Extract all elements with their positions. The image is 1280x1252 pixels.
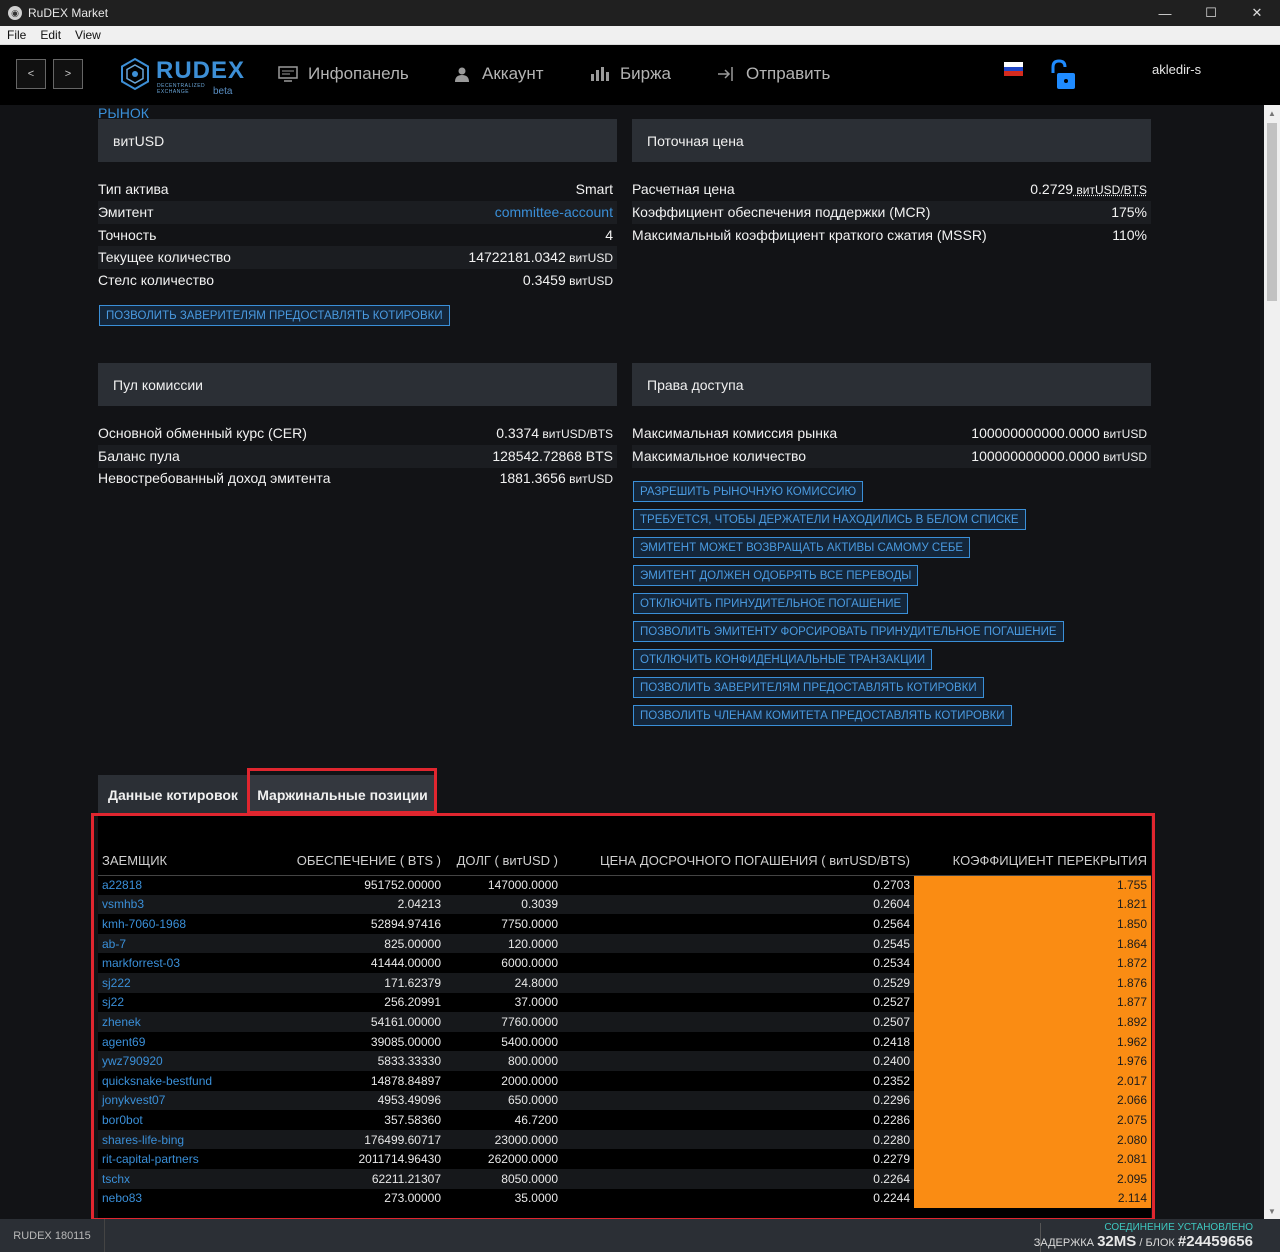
annotation-box-table: [91, 813, 1155, 1219]
vertical-scrollbar[interactable]: ▲ ▼: [1264, 105, 1280, 1219]
flag-committee-fed[interactable]: ПОЗВОЛИТЬ ЧЛЕНАМ КОМИТЕТА ПРЕДОСТАВЛЯТЬ …: [633, 705, 1012, 726]
price-panel-title: Поточная цена: [632, 119, 1151, 162]
nav-send-label: Отправить: [746, 64, 831, 83]
nav-dashboard-label: Инфопанель: [308, 64, 409, 83]
price-row-settlement: Расчетная цена 0.2729 витUSD/BTS: [632, 181, 1147, 198]
asset-row-supply: Текущее количество 14722181.0342 витUSD: [98, 246, 617, 269]
app-version: RUDEX 180115: [0, 1219, 105, 1252]
asset-witness-feed-button[interactable]: ПОЗВОЛИТЬ ЗАВЕРИТЕЛЯМ ПРЕДОСТАВЛЯТЬ КОТИ…: [99, 305, 450, 326]
scroll-down-icon[interactable]: ▼: [1264, 1203, 1280, 1219]
connection-status: СОЕДИНЕНИЕ УСТАНОВЛЕНО: [1104, 1222, 1253, 1233]
rudex-logo[interactable]: RUDEX DECENTRALIZED EXCHANGE beta: [118, 55, 244, 97]
asset-row-type: Тип актива Smart: [98, 181, 613, 198]
menu-edit[interactable]: Edit: [33, 28, 68, 42]
unlock-icon[interactable]: [1047, 59, 1081, 91]
flag-transfer-restricted[interactable]: ЭМИТЕНТ ДОЛЖЕН ОДОБРЯТЬ ВСЕ ПЕРЕВОДЫ: [633, 565, 919, 586]
window-titlebar: ◉ RuDEX Market — ☐ ✕: [0, 0, 1280, 26]
flag-disable-confidential[interactable]: ОТКЛЮЧИТЬ КОНФИДЕНЦИАЛЬНЫЕ ТРАНЗАКЦИИ: [633, 649, 933, 670]
permissions-panel-title: Права доступа: [632, 363, 1151, 406]
window-title: RuDEX Market: [28, 6, 109, 20]
dashboard-icon: [278, 65, 298, 83]
main-content: РЫНОК витUSD Тип актива Smart Эмитент comm…: [0, 105, 1264, 1219]
fee-pool-panel-title: Пул комиссии: [98, 363, 617, 406]
asset-row-stealth: Стелс количество 0.3459 витUSD: [98, 272, 613, 289]
price-row-mcr: Коэффициент обеспечения поддержки (MCR) 1…: [632, 201, 1151, 224]
tab-feed-data[interactable]: Данные котировок: [98, 775, 248, 814]
fee-row-pool-balance: Баланс пула 128542.72868 BTS: [98, 445, 617, 468]
close-icon[interactable]: ✕: [1234, 0, 1280, 26]
fee-row-unclaimed: Невостребованный доход эмитента 1881.3656…: [98, 470, 613, 487]
chart-icon: [590, 65, 610, 83]
issuer-link[interactable]: committee-account: [495, 204, 613, 220]
perm-row-max-supply: Максимальное количество 100000000000.0000…: [632, 445, 1151, 468]
nav-send[interactable]: Отправить: [716, 64, 830, 84]
menu-bar: File Edit View: [0, 26, 1280, 45]
asset-row-precision: Точность 4: [98, 227, 613, 244]
minimize-icon[interactable]: —: [1142, 0, 1188, 26]
flag-disable-force-settle[interactable]: ОТКЛЮЧИТЬ ПРИНУДИТЕЛЬНОЕ ПОГАШЕНИЕ: [633, 593, 909, 614]
asset-panel-title: витUSD: [98, 119, 617, 162]
menu-file[interactable]: File: [0, 28, 33, 42]
logo-hex-icon: [121, 57, 149, 91]
scroll-up-icon[interactable]: ▲: [1264, 105, 1280, 121]
asset-row-issuer: Эмитент committee-account: [98, 201, 617, 224]
nav-dashboard[interactable]: Инфопанель: [278, 64, 409, 84]
flag-white-list[interactable]: ТРЕБУЕТСЯ, ЧТОБЫ ДЕРЖАТЕЛИ НАХОДИЛИСЬ В …: [633, 509, 1026, 530]
menu-view[interactable]: View: [68, 28, 108, 42]
forward-button[interactable]: >: [53, 59, 83, 89]
russian-flag-icon[interactable]: [1004, 62, 1023, 76]
flag-witness-fed[interactable]: ПОЗВОЛИТЬ ЗАВЕРИТЕЛЯМ ПРЕДОСТАВЛЯТЬ КОТИ…: [633, 677, 984, 698]
annotation-box-tab: [247, 768, 437, 814]
send-icon: [716, 65, 736, 83]
nav-account-label: Аккаунт: [482, 64, 544, 83]
nav-exchange-label: Биржа: [620, 64, 671, 83]
logo-beta: beta: [213, 86, 233, 97]
app-header: < > RUDEX DECENTRALIZED EXCHANGE beta Ин…: [0, 45, 1280, 126]
flag-global-settle[interactable]: ПОЗВОЛИТЬ ЭМИТЕНТУ ФОРСИРОВАТЬ ПРИНУДИТЕ…: [633, 621, 1064, 642]
nav-account[interactable]: Аккаунт: [452, 64, 544, 84]
user-icon: [452, 65, 472, 83]
app-icon: ◉: [8, 6, 22, 20]
flag-override-authority[interactable]: ЭМИТЕНТ МОЖЕТ ВОЗВРАЩАТЬ АКТИВЫ САМОМУ С…: [633, 537, 971, 558]
fee-row-cer: Основной обменный курс (CER) 0.3374 витUS…: [98, 425, 613, 442]
nav-exchange[interactable]: Биржа: [590, 64, 671, 84]
price-row-mssr: Максимальный коэффициент краткого сжатия…: [632, 227, 1147, 244]
back-button[interactable]: <: [16, 59, 46, 89]
logo-text: RUDEX: [156, 57, 246, 84]
latency-block-readout: ЗАДЕРЖКА 32MS / БЛОК #24459656: [1033, 1233, 1253, 1250]
maximize-icon[interactable]: ☐: [1188, 0, 1234, 26]
flag-charge-market-fee[interactable]: РАЗРЕШИТЬ РЫНОЧНУЮ КОМИССИЮ: [633, 481, 864, 502]
perm-row-max-fee: Максимальная комиссия рынка 100000000000.…: [632, 425, 1147, 442]
account-username[interactable]: akledir-s: [1152, 62, 1201, 77]
scroll-thumb[interactable]: [1267, 123, 1277, 301]
status-bar: RUDEX 180115 СОЕДИНЕНИЕ УСТАНОВЛЕНО ЗАДЕ…: [0, 1219, 1280, 1252]
